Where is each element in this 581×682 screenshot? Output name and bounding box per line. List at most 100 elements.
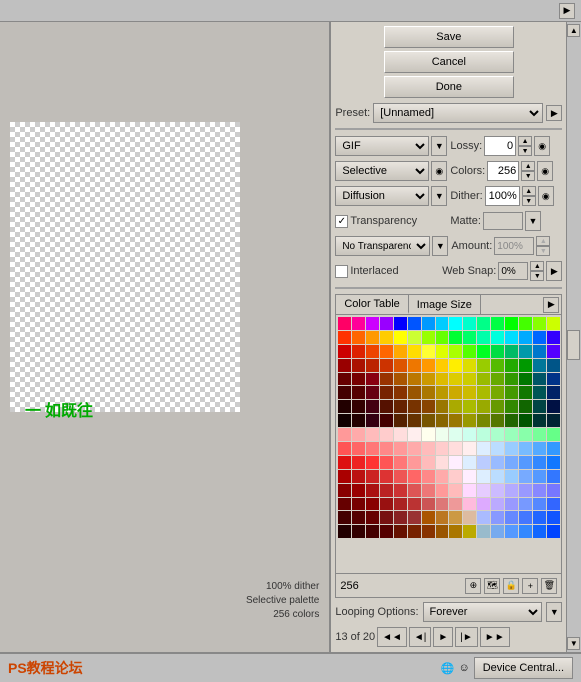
color-cell[interactable]: [436, 511, 449, 524]
color-cell[interactable]: [352, 525, 365, 538]
color-cell[interactable]: [519, 470, 532, 483]
dither-select[interactable]: Diffusion: [335, 186, 429, 206]
color-cell[interactable]: [533, 373, 546, 386]
color-cell[interactable]: [463, 345, 476, 358]
color-cell[interactable]: [491, 456, 504, 469]
color-cell[interactable]: [519, 373, 532, 386]
color-cell[interactable]: [533, 456, 546, 469]
color-cell[interactable]: [547, 317, 560, 330]
color-cell[interactable]: [366, 511, 379, 524]
color-cell[interactable]: [533, 359, 546, 372]
scroll-down[interactable]: ▼: [567, 637, 580, 650]
color-cell[interactable]: [436, 386, 449, 399]
color-cell[interactable]: [491, 484, 504, 497]
color-cell[interactable]: [366, 470, 379, 483]
color-cell[interactable]: [338, 331, 351, 344]
color-cell[interactable]: [394, 414, 407, 427]
color-cell[interactable]: [449, 428, 462, 441]
color-cell[interactable]: [436, 525, 449, 538]
color-cell[interactable]: [505, 414, 518, 427]
color-cell[interactable]: [394, 386, 407, 399]
color-cell[interactable]: [380, 414, 393, 427]
color-cell[interactable]: [449, 498, 462, 511]
palette-options-btn[interactable]: ◉: [431, 161, 447, 181]
color-cell[interactable]: [547, 414, 560, 427]
color-cell[interactable]: [533, 498, 546, 511]
preset-options-arrow[interactable]: ▶: [546, 105, 562, 121]
btn-fast-forward[interactable]: ►►: [480, 627, 510, 647]
color-cell[interactable]: [449, 511, 462, 524]
lossy-down[interactable]: ▼: [518, 146, 532, 156]
websnap-up[interactable]: ▲: [530, 261, 544, 271]
color-cell[interactable]: [463, 359, 476, 372]
color-cell[interactable]: [449, 470, 462, 483]
color-cell[interactable]: [338, 414, 351, 427]
colors-eye[interactable]: ◉: [537, 161, 553, 181]
color-cell[interactable]: [533, 386, 546, 399]
color-cell[interactable]: [491, 525, 504, 538]
color-cell[interactable]: [394, 373, 407, 386]
color-cell[interactable]: [352, 331, 365, 344]
color-cell[interactable]: [505, 511, 518, 524]
color-cell[interactable]: [449, 317, 462, 330]
no-trans-arrow[interactable]: ▼: [432, 236, 448, 256]
color-cell[interactable]: [436, 456, 449, 469]
color-cell[interactable]: [477, 359, 490, 372]
ct-icon-delete[interactable]: 🗑: [541, 578, 557, 594]
color-cell[interactable]: [449, 373, 462, 386]
color-cell[interactable]: [477, 511, 490, 524]
dither-eye[interactable]: ◉: [538, 186, 554, 206]
color-cell[interactable]: [491, 400, 504, 413]
color-cell[interactable]: [477, 470, 490, 483]
looping-arrow[interactable]: ▼: [546, 602, 562, 622]
color-cell[interactable]: [519, 331, 532, 344]
color-cell[interactable]: [352, 386, 365, 399]
color-cell[interactable]: [366, 345, 379, 358]
color-cell[interactable]: [491, 317, 504, 330]
color-cell[interactable]: [463, 414, 476, 427]
color-cell[interactable]: [366, 400, 379, 413]
color-cell[interactable]: [547, 498, 560, 511]
color-cell[interactable]: [380, 442, 393, 455]
websnap-input[interactable]: [498, 262, 528, 280]
color-cell[interactable]: [422, 525, 435, 538]
color-cell[interactable]: [436, 414, 449, 427]
color-cell[interactable]: [366, 484, 379, 497]
matte-arrow[interactable]: ▼: [525, 211, 541, 231]
color-cell[interactable]: [547, 442, 560, 455]
color-cell[interactable]: [463, 386, 476, 399]
color-cell[interactable]: [477, 498, 490, 511]
color-cell[interactable]: [491, 359, 504, 372]
color-cell[interactable]: [533, 331, 546, 344]
color-cell[interactable]: [491, 511, 504, 524]
color-cell[interactable]: [547, 331, 560, 344]
websnap-down[interactable]: ▼: [530, 271, 544, 281]
color-cell[interactable]: [366, 414, 379, 427]
color-cell[interactable]: [394, 511, 407, 524]
color-cell[interactable]: [505, 373, 518, 386]
dither-up[interactable]: ▲: [522, 186, 536, 196]
color-cell[interactable]: [463, 400, 476, 413]
color-cell[interactable]: [436, 317, 449, 330]
color-cell[interactable]: [491, 470, 504, 483]
color-cell[interactable]: [505, 470, 518, 483]
color-cell[interactable]: [449, 386, 462, 399]
color-cell[interactable]: [547, 484, 560, 497]
color-cell[interactable]: [408, 317, 421, 330]
color-cell[interactable]: [394, 359, 407, 372]
color-cell[interactable]: [463, 331, 476, 344]
color-cell[interactable]: [477, 456, 490, 469]
color-cell[interactable]: [380, 386, 393, 399]
color-cell[interactable]: [408, 428, 421, 441]
color-cell[interactable]: [436, 345, 449, 358]
color-cell[interactable]: [449, 442, 462, 455]
color-cell[interactable]: [338, 484, 351, 497]
color-cell[interactable]: [422, 400, 435, 413]
color-cell[interactable]: [366, 359, 379, 372]
scroll-up[interactable]: ▲: [567, 24, 580, 37]
cancel-button[interactable]: Cancel: [384, 51, 514, 73]
color-cell[interactable]: [422, 331, 435, 344]
color-cell[interactable]: [422, 359, 435, 372]
color-cell[interactable]: [505, 359, 518, 372]
color-cell[interactable]: [463, 511, 476, 524]
